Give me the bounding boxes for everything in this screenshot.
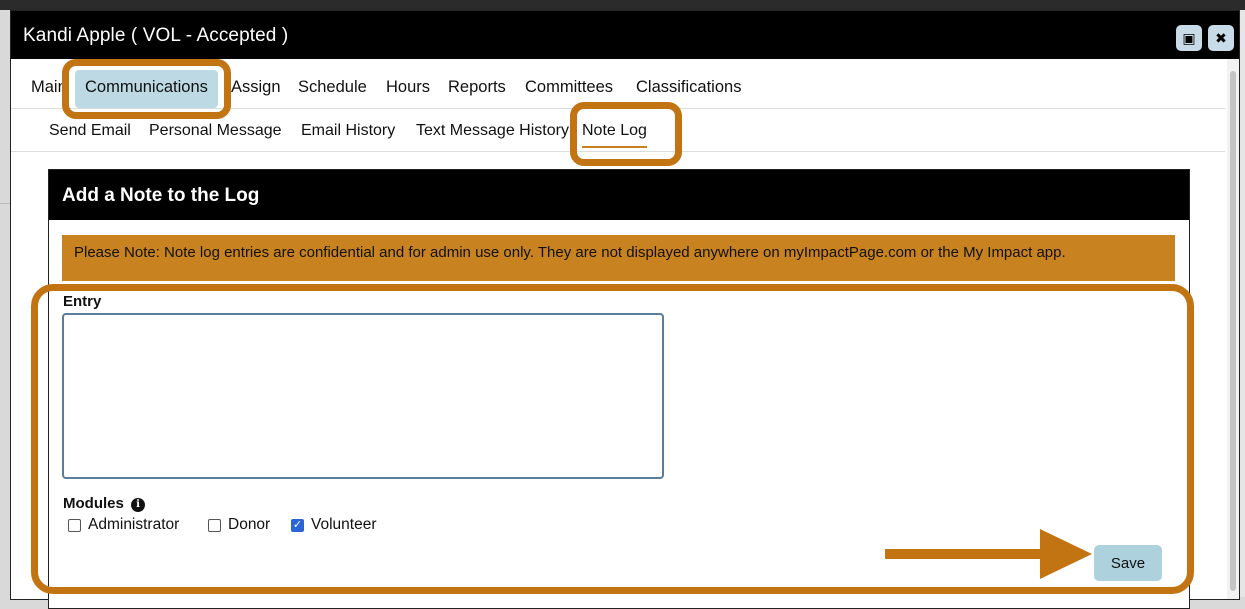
modal-scrollbar[interactable] <box>1227 59 1239 599</box>
highlight-entry-area <box>31 284 1194 594</box>
close-icon[interactable]: ✖ <box>1208 25 1234 51</box>
arrow-shaft <box>885 549 1045 559</box>
tab-main[interactable]: Main <box>31 78 63 97</box>
modal-titlebar: Kandi Apple ( VOL - Accepted ) ▣ ✖ <box>11 11 1239 59</box>
tab-assign[interactable]: Assign <box>231 78 281 97</box>
tab-hours[interactable]: Hours <box>386 78 430 97</box>
highlight-communications-tab <box>62 59 231 119</box>
subtab-personal-message[interactable]: Personal Message <box>149 122 282 140</box>
tab-classifications[interactable]: Classifications <box>636 78 741 97</box>
background-divider <box>0 203 10 204</box>
confidential-notice: Please Note: Note log entries are confid… <box>62 235 1175 281</box>
subtab-email-history[interactable]: Email History <box>301 122 395 140</box>
modal-title: Kandi Apple ( VOL - Accepted ) <box>23 25 289 46</box>
background-browser-strip <box>0 0 1245 10</box>
subtab-send-email[interactable]: Send Email <box>49 122 131 140</box>
panel-header: Add a Note to the Log <box>49 170 1189 220</box>
tab-reports[interactable]: Reports <box>448 78 506 97</box>
document-icon[interactable]: ▣ <box>1176 25 1202 51</box>
scrollbar-thumb[interactable] <box>1230 71 1236 591</box>
highlight-note-log-tab <box>570 102 682 166</box>
tab-schedule[interactable]: Schedule <box>298 78 367 97</box>
arrow-right-icon <box>1040 529 1092 579</box>
tab-committees[interactable]: Committees <box>525 78 613 97</box>
subtab-text-message-history[interactable]: Text Message History <box>416 122 569 140</box>
